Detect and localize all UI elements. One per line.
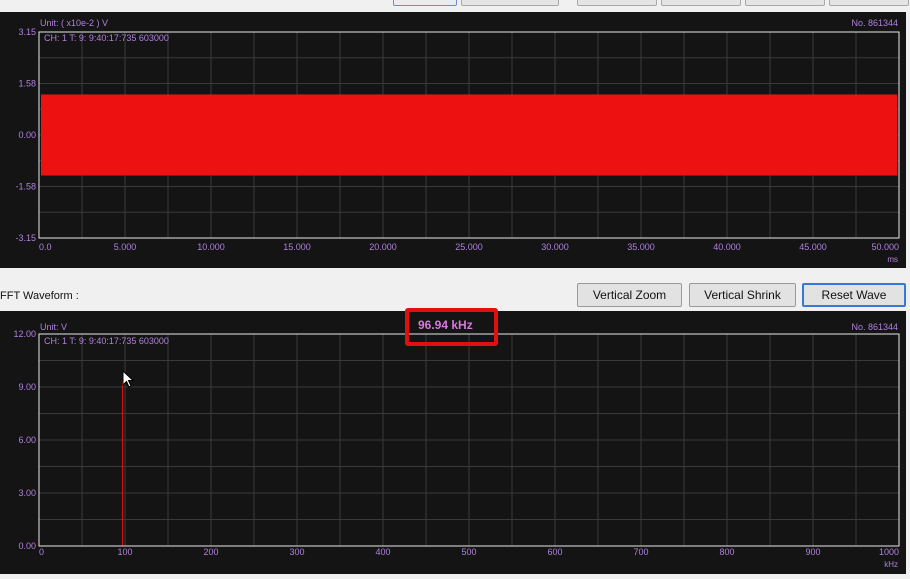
x-axis-ticks: 0 100 200 300 400 500 600 700 800 900 1000: [39, 547, 899, 557]
x-tick-label: 700: [633, 547, 648, 557]
x-tick-label: 50.000: [871, 242, 899, 252]
x-axis-ticks: 0.0 5.000 10.000 15.000 20.000 25.000 30.000 35…: [39, 242, 899, 252]
x-tick-label: 900: [805, 547, 820, 557]
top-toolbar: [0, 0, 910, 10]
reset-wave-button[interactable]: Reset Wave: [802, 283, 906, 307]
fft-waveform-panel: Unit: V No. 861344 CH: 1 T: 9: 9:40:17:7…: [0, 311, 906, 574]
y-tick-label: 12.00: [13, 329, 36, 339]
x-tick-label: 45.000: [799, 242, 827, 252]
y-axis-ticks: 3.15 1.58 0.00 -1.58 -3.15: [15, 27, 36, 243]
x-tick-label: 40.000: [713, 242, 741, 252]
signal-band: [41, 94, 897, 176]
toolbar-button[interactable]: [461, 0, 559, 6]
x-tick-label: 15.000: [283, 242, 311, 252]
toolbar-button[interactable]: [577, 0, 657, 6]
x-tick-label: 400: [375, 547, 390, 557]
x-unit-label: ms: [887, 255, 898, 264]
x-tick-label: 800: [719, 547, 734, 557]
y-axis-ticks: 12.00 9.00 6.00 3.00 0.00: [13, 329, 36, 551]
x-tick-label: 300: [289, 547, 304, 557]
unit-label: Unit: ( x10e-2 ) V: [40, 18, 108, 28]
x-tick-label: 20.000: [369, 242, 397, 252]
record-number: No. 861344: [851, 322, 898, 332]
y-tick-label: 3.00: [18, 488, 36, 498]
x-tick-label: 10.000: [197, 242, 225, 252]
x-tick-label: 5.000: [114, 242, 137, 252]
toolbar-button[interactable]: [393, 0, 457, 6]
x-tick-label: 35.000: [627, 242, 655, 252]
y-tick-label: -1.58: [15, 182, 36, 192]
y-tick-label: -3.15: [15, 233, 36, 243]
x-tick-label: 0.0: [39, 242, 52, 252]
x-tick-label: 30.000: [541, 242, 569, 252]
y-tick-label: 3.15: [18, 27, 36, 37]
vertical-shrink-button[interactable]: Vertical Shrink: [689, 283, 796, 307]
fft-spectrum-chart: Unit: V No. 861344 CH: 1 T: 9: 9:40:17:7…: [13, 322, 900, 569]
x-tick-label: 25.000: [455, 242, 483, 252]
channel-info: CH: 1 T: 9: 9:40:17:735 603000: [44, 336, 169, 346]
x-tick-label: 100: [117, 547, 132, 557]
mouse-pointer-icon: [122, 370, 135, 388]
y-tick-label: 0.00: [18, 130, 36, 140]
time-waveform-chart: Unit: ( x10e-2 ) V No. 861344 CH: 1 T: 9…: [15, 18, 900, 264]
toolbar-button[interactable]: [745, 0, 825, 6]
unit-label: Unit: V: [40, 322, 67, 332]
y-tick-label: 6.00: [18, 435, 36, 445]
vertical-zoom-button[interactable]: Vertical Zoom: [577, 283, 682, 307]
x-tick-label: 0: [39, 547, 44, 557]
y-tick-label: 0.00: [18, 541, 36, 551]
x-tick-label: 500: [461, 547, 476, 557]
x-tick-label: 1000: [879, 547, 899, 557]
y-tick-label: 1.58: [18, 79, 36, 89]
x-tick-label: 600: [547, 547, 562, 557]
toolbar-button[interactable]: [661, 0, 741, 6]
x-tick-label: 200: [203, 547, 218, 557]
fft-waveform-label: FFT Waveform :: [0, 290, 79, 302]
x-unit-label: kHz: [884, 560, 898, 569]
time-waveform-panel: Unit: ( x10e-2 ) V No. 861344 CH: 1 T: 9…: [0, 12, 906, 268]
grid: [39, 334, 899, 546]
record-number: No. 861344: [851, 18, 898, 28]
peak-frequency-readout: 96.94 kHz: [418, 318, 473, 332]
y-tick-label: 9.00: [18, 382, 36, 392]
toolbar-button[interactable]: [829, 0, 909, 6]
channel-info: CH: 1 T: 9: 9:40:17:735 603000: [44, 33, 169, 43]
fft-toolbar: FFT Waveform : Vertical Zoom Vertical Sh…: [0, 268, 910, 311]
